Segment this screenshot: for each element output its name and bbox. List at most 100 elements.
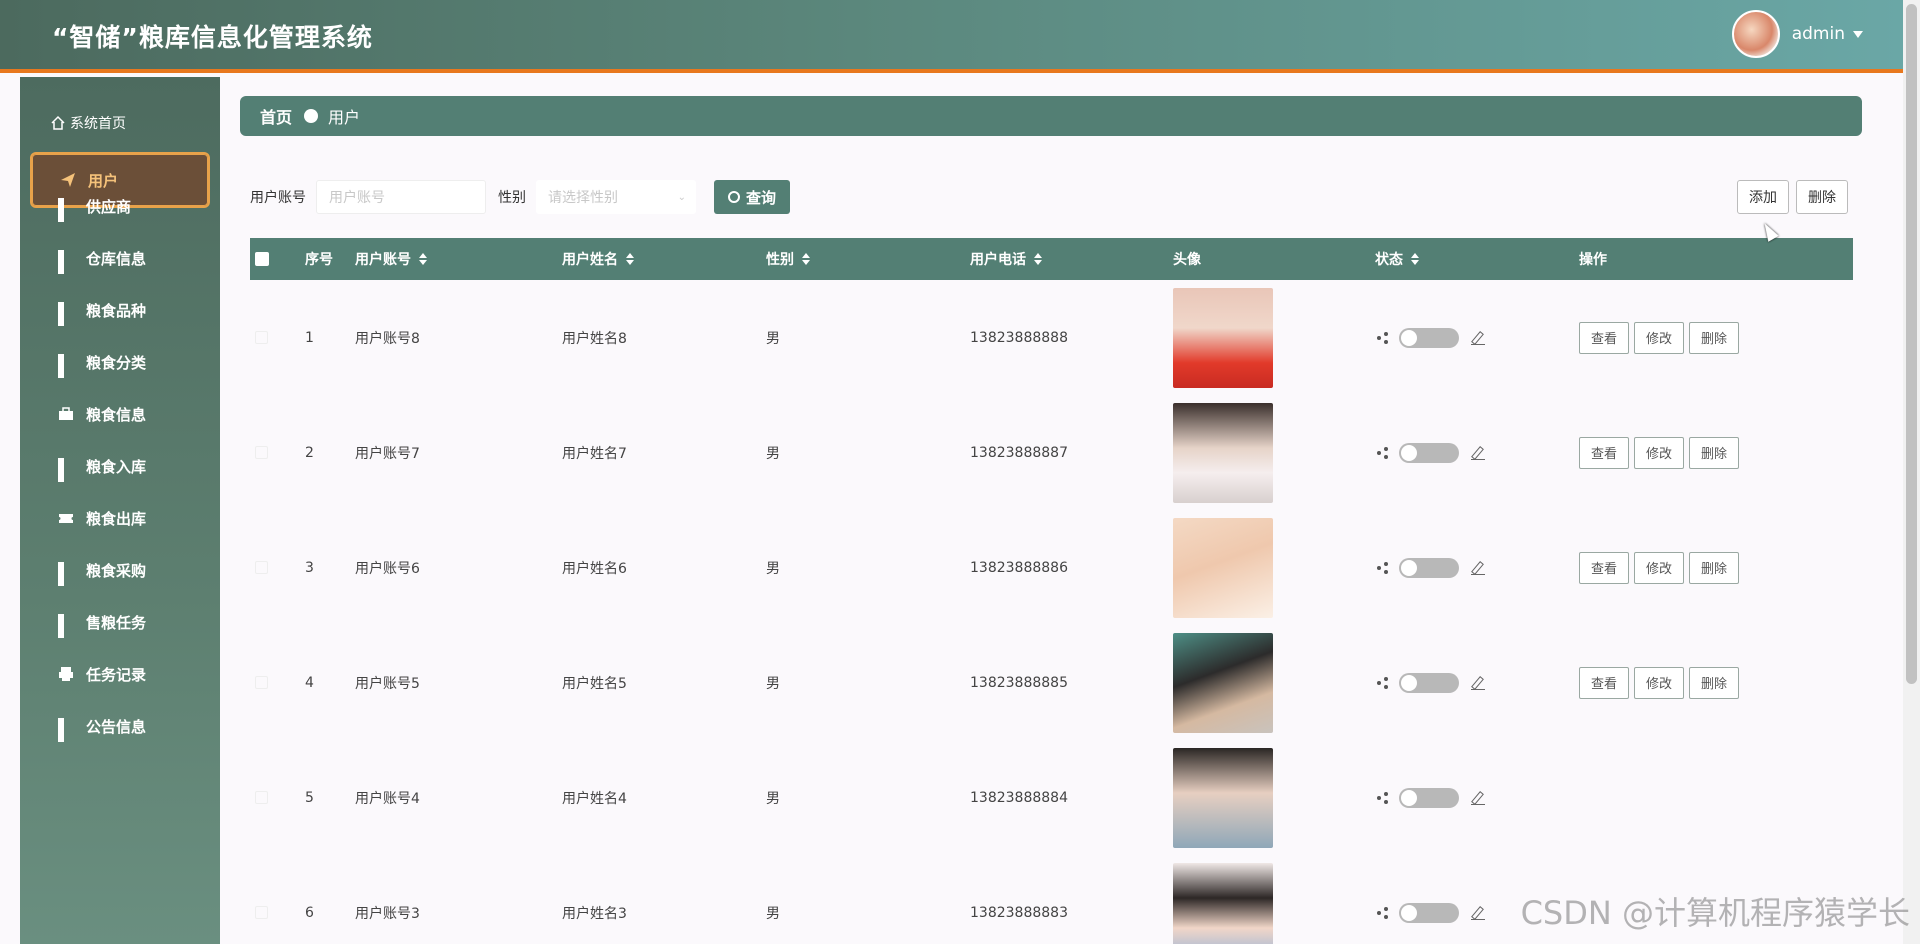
row-gender: 男 [766, 330, 780, 347]
sidebar-item-suppliers[interactable]: 供应商 [20, 180, 220, 232]
row-checkbox[interactable] [255, 561, 268, 574]
ticket-icon [59, 514, 73, 523]
column-header-account[interactable]: 用户账号 [355, 238, 427, 280]
sidebar-item-warehouse[interactable]: 仓库信息 [20, 232, 220, 284]
user-photo[interactable] [1173, 517, 1273, 618]
edit-button[interactable]: 修改 [1634, 321, 1684, 354]
gender-select[interactable]: 请选择性别 ⌄ [536, 180, 696, 214]
row-gender: 男 [766, 560, 780, 577]
status-toggle[interactable] [1399, 672, 1459, 693]
user-photo[interactable] [1173, 747, 1273, 848]
page-scrollbar[interactable] [1903, 0, 1920, 944]
sidebar-item-grain-purchase[interactable]: 粮食采购 [20, 544, 220, 596]
sort-icon[interactable] [1411, 253, 1419, 265]
edit-pen-icon[interactable] [1471, 561, 1485, 575]
account-search-input[interactable]: 用户账号 [316, 180, 486, 214]
grid-icon [58, 562, 74, 586]
sidebar-item-sale-task[interactable]: 售粮任务 [20, 596, 220, 648]
column-header-phone[interactable]: 用户电话 [970, 238, 1042, 280]
grid-icon [58, 250, 74, 274]
view-button[interactable]: 查看 [1579, 436, 1629, 469]
sidebar-item-notice[interactable]: 公告信息 [20, 700, 220, 752]
share-icon[interactable] [1377, 447, 1389, 459]
row-checkbox[interactable] [255, 791, 268, 804]
column-header-index: 序号 [305, 252, 333, 268]
table-row: 1 用户账号8 用户姓名8 男 13823888888 查看 修改 删除 [250, 280, 1853, 395]
edit-pen-icon[interactable] [1471, 331, 1485, 345]
row-account: 用户账号5 [355, 675, 420, 692]
share-icon[interactable] [1377, 562, 1389, 574]
share-icon[interactable] [1377, 907, 1389, 919]
sidebar-item-grain-outbound[interactable]: 粮食出库 [20, 492, 220, 544]
row-name: 用户姓名6 [562, 560, 627, 577]
user-photo[interactable] [1173, 862, 1273, 944]
sort-icon[interactable] [419, 253, 427, 265]
status-toggle[interactable] [1399, 442, 1459, 463]
share-icon[interactable] [1377, 677, 1389, 689]
briefcase-icon [59, 407, 73, 420]
breadcrumb-home[interactable]: 首页 [260, 104, 292, 128]
sidebar-item-grain-category[interactable]: 粮食分类 [20, 336, 220, 388]
share-icon[interactable] [1377, 792, 1389, 804]
search-form: 用户账号 用户账号 性别 请选择性别 ⌄ 查询 [250, 180, 790, 214]
sidebar-item-grain-inbound[interactable]: 粮食入库 [20, 440, 220, 492]
edit-button[interactable]: 修改 [1634, 436, 1684, 469]
row-index: 4 [305, 674, 314, 691]
chevron-down-icon[interactable] [1853, 30, 1863, 38]
edit-pen-icon[interactable] [1471, 906, 1485, 920]
row-index: 3 [305, 559, 314, 576]
sort-icon[interactable] [626, 253, 634, 265]
sidebar-item-grain-info[interactable]: 粮食信息 [20, 388, 220, 440]
row-name: 用户姓名5 [562, 675, 627, 692]
column-header-name[interactable]: 用户姓名 [562, 238, 634, 280]
delete-button[interactable]: 删除 [1689, 666, 1739, 699]
status-toggle[interactable] [1399, 557, 1459, 578]
row-checkbox[interactable] [255, 331, 268, 344]
sidebar-item-label: 系统首页 [70, 116, 126, 132]
user-name[interactable]: admin [1792, 24, 1845, 44]
sort-icon[interactable] [1034, 253, 1042, 265]
edit-button[interactable]: 修改 [1634, 666, 1684, 699]
account-placeholder: 用户账号 [329, 190, 385, 206]
user-photo[interactable] [1173, 287, 1273, 388]
edit-pen-icon[interactable] [1471, 446, 1485, 460]
share-icon[interactable] [1377, 332, 1389, 344]
select-all-checkbox[interactable] [255, 238, 269, 280]
delete-button[interactable]: 删除 [1689, 321, 1739, 354]
query-button[interactable]: 查询 [714, 180, 790, 214]
user-photo[interactable] [1173, 402, 1273, 503]
breadcrumb: 首页 用户 [240, 96, 1862, 136]
edit-button[interactable]: 修改 [1634, 551, 1684, 584]
batch-delete-button[interactable]: 删除 [1796, 180, 1848, 214]
status-toggle[interactable] [1399, 327, 1459, 348]
row-index: 5 [305, 789, 314, 806]
row-checkbox[interactable] [255, 446, 268, 459]
user-menu[interactable]: admin [1731, 10, 1863, 58]
column-header-gender[interactable]: 性别 [766, 238, 810, 280]
user-avatar[interactable] [1731, 10, 1780, 58]
edit-pen-icon[interactable] [1471, 676, 1485, 690]
delete-button[interactable]: 删除 [1689, 551, 1739, 584]
sidebar-item-label: 粮食信息 [86, 405, 147, 424]
row-name: 用户姓名7 [562, 445, 627, 462]
row-checkbox[interactable] [255, 676, 268, 689]
add-button[interactable]: 添加 [1737, 180, 1789, 214]
view-button[interactable]: 查看 [1579, 551, 1629, 584]
sidebar-item-grain-variety[interactable]: 粮食品种 [20, 284, 220, 336]
row-gender: 男 [766, 675, 780, 692]
row-name: 用户姓名8 [562, 330, 627, 347]
edit-pen-icon[interactable] [1471, 791, 1485, 805]
sort-icon[interactable] [802, 253, 810, 265]
sidebar-item-task-record[interactable]: 任务记录 [20, 648, 220, 700]
user-photo[interactable] [1173, 632, 1273, 733]
view-button[interactable]: 查看 [1579, 321, 1629, 354]
view-button[interactable]: 查看 [1579, 666, 1629, 699]
delete-button[interactable]: 删除 [1689, 436, 1739, 469]
column-header-status[interactable]: 状态 [1375, 238, 1419, 280]
sidebar-item-home[interactable]: 系统首页 [20, 97, 220, 149]
row-checkbox[interactable] [255, 906, 268, 919]
column-header-actions: 操作 [1579, 252, 1607, 268]
status-toggle[interactable] [1399, 787, 1459, 808]
scrollbar-thumb[interactable] [1906, 4, 1917, 684]
status-toggle[interactable] [1399, 902, 1459, 923]
